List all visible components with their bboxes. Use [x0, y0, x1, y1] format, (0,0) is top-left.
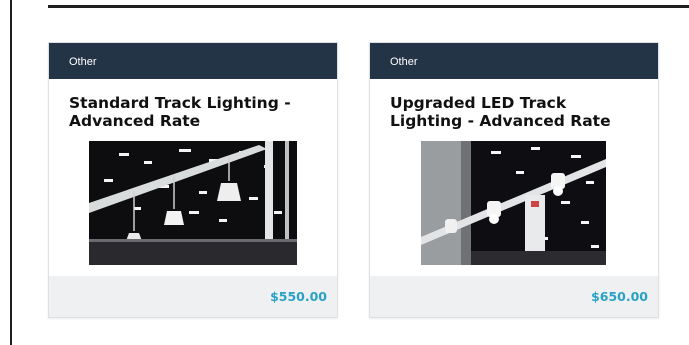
page-edge [10, 0, 12, 345]
product-image[interactable] [421, 141, 606, 265]
product-image[interactable] [89, 141, 297, 265]
product-card[interactable]: Other Upgraded LED Track Lighting - Adva… [369, 42, 659, 318]
category-label: Other [69, 56, 97, 68]
price-footer: $550.00 [49, 276, 337, 317]
product-listing-page: Other Standard Track Lighting - Advanced… [0, 0, 689, 345]
category-header: Other [370, 43, 658, 79]
top-divider [48, 5, 689, 8]
category-label: Other [390, 56, 418, 68]
price-label: $550.00 [270, 289, 327, 304]
price-label: $650.00 [591, 289, 648, 304]
category-header: Other [49, 43, 337, 79]
price-footer: $650.00 [370, 276, 658, 317]
product-card[interactable]: Other Standard Track Lighting - Advanced… [48, 42, 338, 318]
